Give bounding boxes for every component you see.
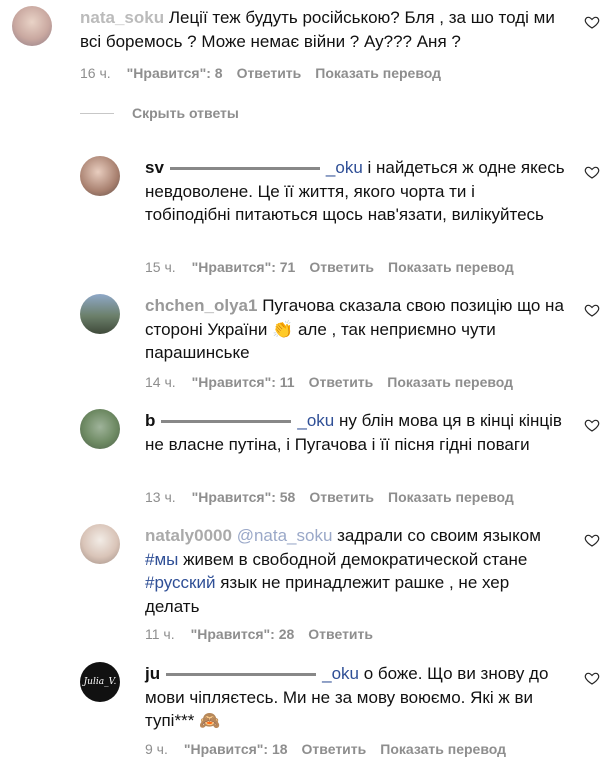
- reply-button[interactable]: Ответить: [309, 374, 374, 390]
- show-translation-button[interactable]: Показать перевод: [380, 741, 506, 757]
- comment-text: chchen_olya1 Пугачова сказала свою позиц…: [145, 296, 564, 362]
- hashtag-link[interactable]: #мы: [145, 550, 178, 569]
- reply-button[interactable]: Ответить: [309, 259, 374, 275]
- comment-text: ju _oku о боже. Що ви знову до мови чіпля…: [145, 664, 549, 730]
- show-translation-button[interactable]: Показать перевод: [388, 489, 514, 505]
- comment-username[interactable]: sv: [145, 158, 164, 177]
- comment-meta: 15 ч. "Нравится": 71 Ответить Показать п…: [145, 259, 528, 275]
- mention-link[interactable]: @nata_soku: [237, 526, 333, 545]
- comment-meta: 14 ч. "Нравится": 11 Ответить Показать п…: [145, 374, 527, 390]
- mention-link[interactable]: _oku: [322, 664, 359, 683]
- comment-meta: 16 ч. "Нравится": 8 Ответить Показать пе…: [80, 65, 455, 81]
- comment-text: nata_soku Леції теж будуть російською? Б…: [80, 8, 555, 51]
- hide-replies-label[interactable]: Скрыть ответы: [132, 105, 239, 121]
- comment-text: b _oku ну блін мова ця в кінці кінців не …: [145, 411, 562, 454]
- likes-count[interactable]: "Нравится": 71: [192, 259, 296, 275]
- reply-button[interactable]: Ответить: [308, 626, 373, 642]
- avatar[interactable]: [80, 294, 120, 334]
- comment-meta: 9 ч. "Нравится": 18 Ответить Показать пе…: [145, 741, 520, 757]
- likes-count[interactable]: "Нравится": 8: [127, 65, 223, 81]
- timestamp: 11 ч.: [145, 626, 175, 642]
- heart-icon[interactable]: [584, 670, 600, 686]
- heart-icon[interactable]: [584, 302, 600, 318]
- reply-button[interactable]: Ответить: [302, 741, 367, 757]
- heart-icon[interactable]: [584, 417, 600, 433]
- reply-button[interactable]: Ответить: [237, 65, 302, 81]
- avatar[interactable]: [80, 524, 120, 564]
- avatar[interactable]: Julia_V.: [80, 662, 120, 702]
- heart-icon[interactable]: [584, 14, 600, 30]
- timestamp: 14 ч.: [145, 374, 176, 390]
- timestamp: 13 ч.: [145, 489, 176, 505]
- hashtag-link[interactable]: #русский: [145, 573, 215, 592]
- comment-text: nataly0000 @nata_soku задрали со своим я…: [145, 526, 541, 616]
- hide-replies-button[interactable]: Скрыть ответы: [80, 105, 239, 121]
- comment-username[interactable]: b: [145, 411, 155, 430]
- divider: [80, 112, 114, 114]
- timestamp: 15 ч.: [145, 259, 176, 275]
- timestamp: 9 ч.: [145, 741, 168, 757]
- likes-count[interactable]: "Нравится": 28: [191, 626, 295, 642]
- comment-meta: 13 ч. "Нравится": 58 Ответить Показать п…: [145, 489, 528, 505]
- likes-count[interactable]: "Нравится": 11: [192, 374, 295, 390]
- avatar-logo-text: Julia_V.: [83, 677, 117, 687]
- heart-icon[interactable]: [584, 532, 600, 548]
- mention-link[interactable]: _oku: [297, 411, 334, 430]
- timestamp: 16 ч.: [80, 65, 111, 81]
- comment-username[interactable]: nataly0000: [145, 526, 232, 545]
- comment-username[interactable]: nata_soku: [80, 8, 164, 27]
- comment-username[interactable]: chchen_olya1: [145, 296, 257, 315]
- avatar[interactable]: [80, 409, 120, 449]
- mention-link[interactable]: _oku: [326, 158, 363, 177]
- show-translation-button[interactable]: Показать перевод: [315, 65, 441, 81]
- comment-meta: 11 ч. "Нравится": 28 Ответить: [145, 626, 387, 642]
- likes-count[interactable]: "Нравится": 18: [184, 741, 288, 757]
- likes-count[interactable]: "Нравится": 58: [192, 489, 296, 505]
- reply-button[interactable]: Ответить: [309, 489, 374, 505]
- avatar[interactable]: [80, 156, 120, 196]
- comment-text: sv _oku і найдеться ж одне якесь невдовол…: [145, 158, 565, 224]
- avatar[interactable]: [12, 6, 52, 46]
- show-translation-button[interactable]: Показать перевод: [387, 374, 513, 390]
- comment-username[interactable]: ju: [145, 664, 160, 683]
- heart-icon[interactable]: [584, 164, 600, 180]
- show-translation-button[interactable]: Показать перевод: [388, 259, 514, 275]
